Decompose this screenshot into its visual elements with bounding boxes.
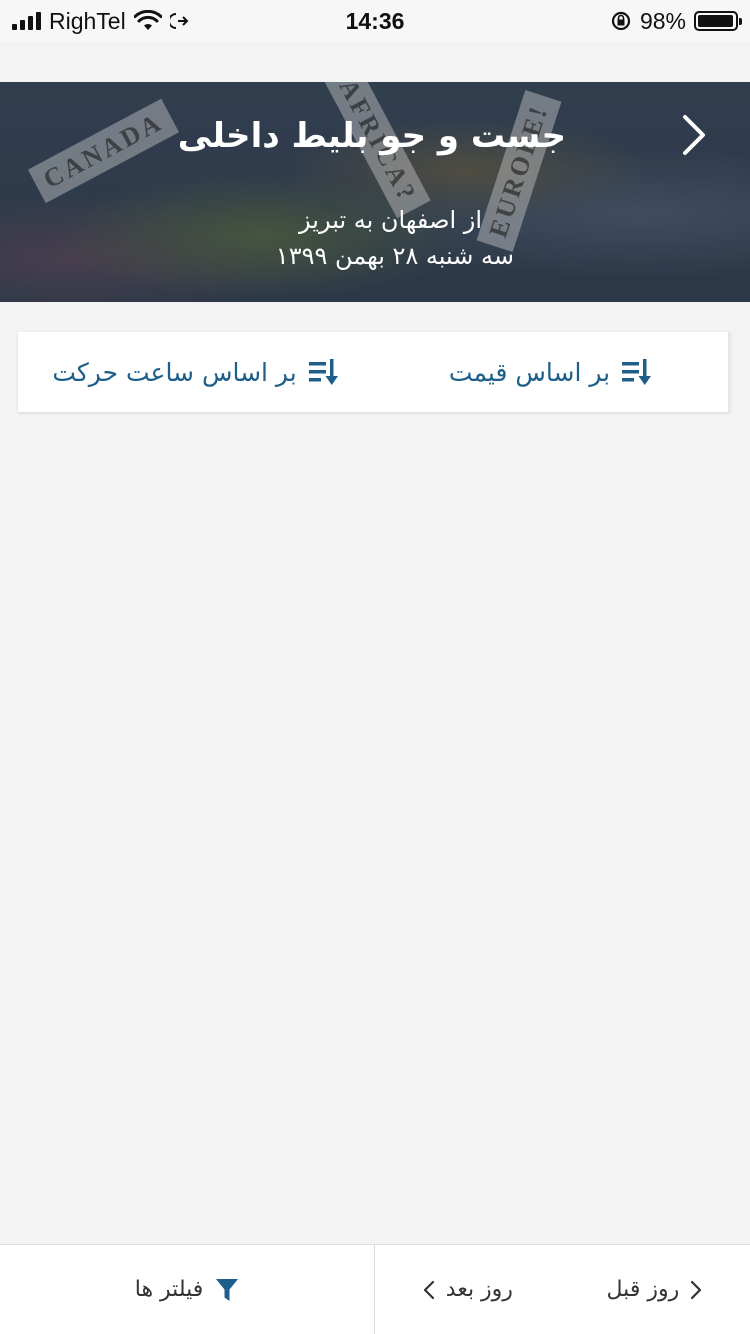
carrier-name: RighTel <box>49 7 126 34</box>
status-right: 98% <box>610 7 742 35</box>
battery-icon <box>694 11 742 31</box>
sort-by-price-label: بر اساس قیمت <box>448 357 611 387</box>
next-day-button[interactable]: روز بعد <box>422 1277 513 1302</box>
bottom-toolbar: فیلتر ها روز بعد روز قبل <box>0 1244 750 1334</box>
route-text: از اصفهان به تبریز <box>299 206 482 234</box>
sort-by-price-button[interactable]: بر اساس قیمت <box>373 332 730 412</box>
previous-day-button[interactable]: روز قبل <box>607 1277 704 1302</box>
signal-icon <box>12 12 41 30</box>
chevron-left-icon <box>423 1280 434 1299</box>
sort-options: بر اساس ساعت حرکت بر اساس قیمت <box>18 332 730 412</box>
battery-fill <box>698 15 734 27</box>
sort-by-departure-button[interactable]: بر اساس ساعت حرکت <box>18 332 373 412</box>
status-left: RighTel <box>12 8 190 35</box>
search-header: CANADA AFRICA? EUROPE! جست و جو بلیط داخ… <box>0 82 750 302</box>
chevron-right-icon <box>691 1280 702 1299</box>
battery-percent: 98% <box>639 7 686 34</box>
vpn-arrow-icon <box>169 13 189 29</box>
filters-label: فیلتر ها <box>134 1277 204 1302</box>
status-bar: RighTel 14:36 98% <box>0 0 750 42</box>
top-spacer <box>0 42 750 82</box>
day-navigation: روز بعد روز قبل <box>374 1245 750 1334</box>
filters-button[interactable]: فیلتر ها <box>0 1245 374 1334</box>
rotation-lock-icon <box>611 11 631 31</box>
previous-day-label: روز قبل <box>606 1277 680 1302</box>
date-text: سه شنبه ۲۸ بهمن ۱۳۹۹ <box>275 242 514 270</box>
back-button[interactable] <box>674 110 714 160</box>
filter-icon <box>216 1278 239 1301</box>
wifi-icon <box>133 10 162 30</box>
header-content: جست و جو بلیط داخلی از اصفهان به تبریز س… <box>0 82 750 302</box>
page-title: جست و جو بلیط داخلی <box>177 116 566 156</box>
next-day-label: روز بعد <box>445 1277 513 1302</box>
sort-descending-icon <box>622 359 652 385</box>
sort-descending-icon <box>308 359 338 385</box>
chevron-right-icon <box>683 115 705 155</box>
sort-by-departure-label: بر اساس ساعت حرکت <box>52 357 297 387</box>
